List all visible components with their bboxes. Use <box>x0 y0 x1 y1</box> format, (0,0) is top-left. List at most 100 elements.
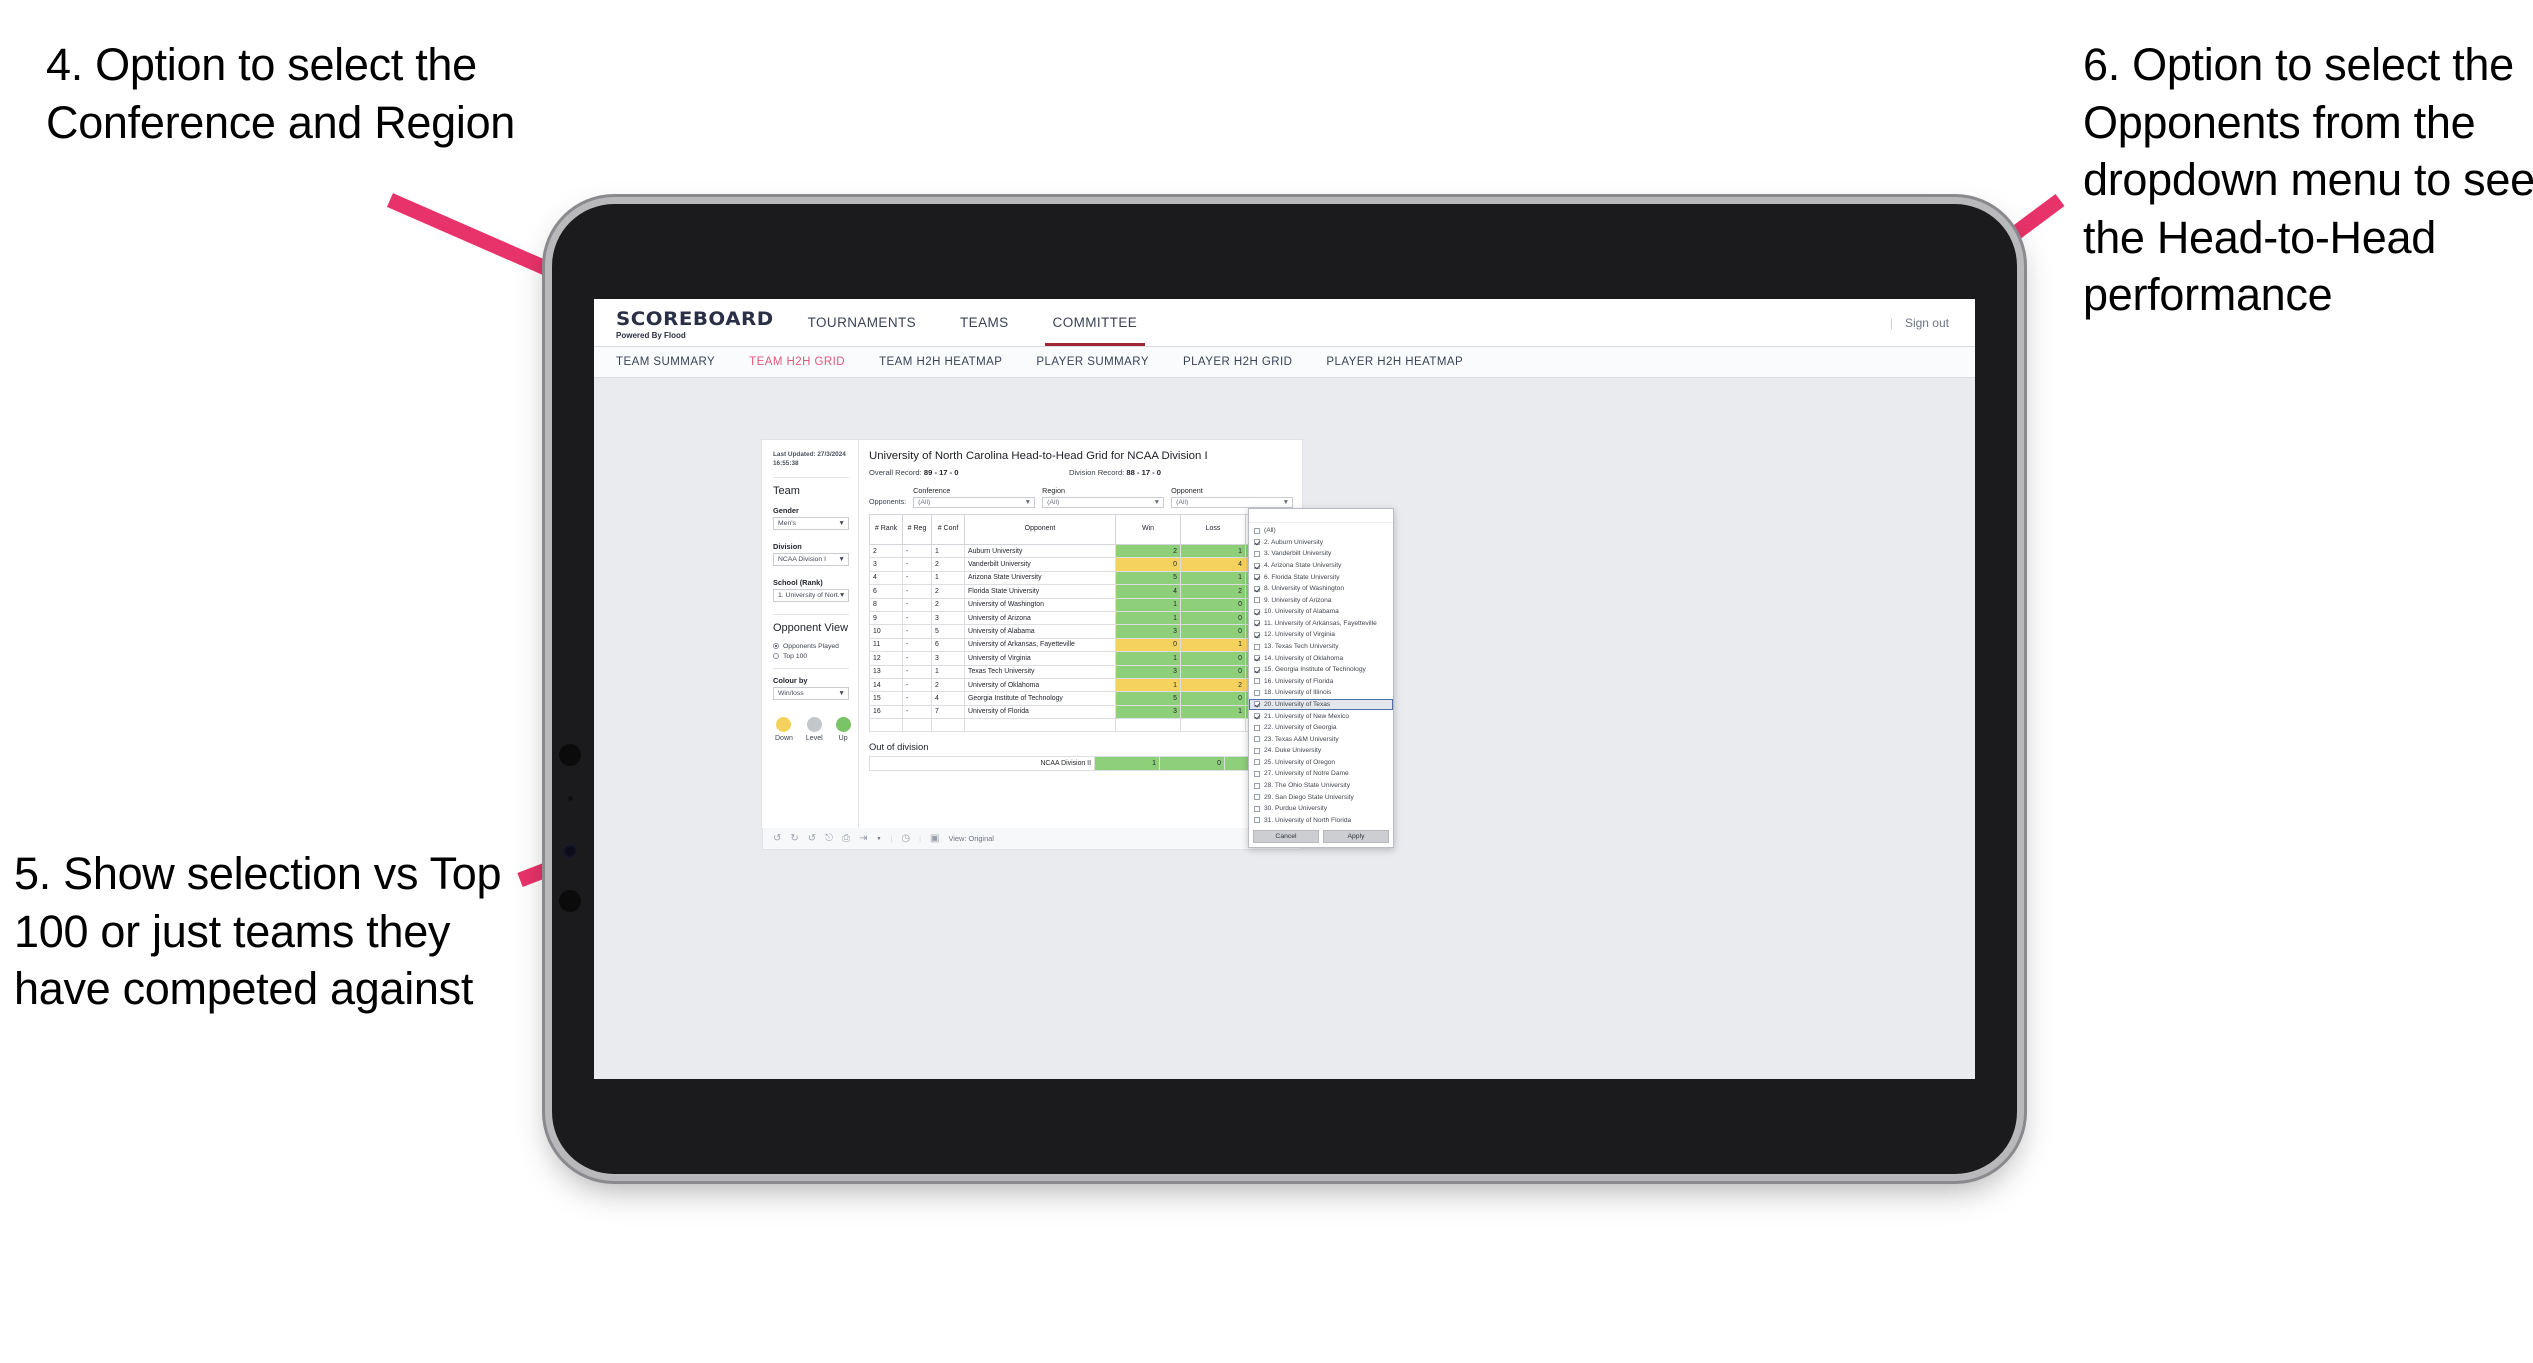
table-row[interactable]: 10-5 University of Alabama 3 0 <box>869 624 1279 639</box>
checkbox-icon[interactable] <box>1254 597 1260 604</box>
pause-icon[interactable]: ⎙ <box>842 833 850 844</box>
checkbox-icon[interactable] <box>1254 574 1260 581</box>
tab-player-h2h-heatmap[interactable]: PLAYER H2H HEATMAP <box>1326 356 1463 368</box>
checkbox-icon[interactable] <box>1254 539 1260 546</box>
dropdown-item[interactable]: 30. Purdue University <box>1249 803 1393 815</box>
tab-team-summary[interactable]: TEAM SUMMARY <box>616 356 715 368</box>
table-row[interactable]: 2-1 Auburn University 2 1 <box>869 543 1279 559</box>
dropdown-item[interactable]: 18. University of Illinois <box>1249 687 1393 699</box>
checkbox-icon[interactable] <box>1254 643 1260 650</box>
out-of-division-row[interactable]: NCAA Division II 1 0 <box>869 756 1258 772</box>
col-reg[interactable]: # Reg <box>902 514 932 545</box>
checkbox-icon[interactable] <box>1254 655 1260 662</box>
tab-team-h2h-heatmap[interactable]: TEAM H2H HEATMAP <box>879 356 1002 368</box>
table-row[interactable]: 14-2 University of Oklahoma 1 2 <box>869 677 1279 693</box>
checkbox-icon[interactable] <box>1254 527 1260 534</box>
checkbox-icon[interactable] <box>1254 550 1260 557</box>
tab-player-summary[interactable]: PLAYER SUMMARY <box>1036 356 1149 368</box>
opponent-dropdown-trigger[interactable]: (All) ▼ <box>1171 497 1294 508</box>
dropdown-item[interactable]: 22. University of Georgia <box>1249 722 1393 734</box>
checkbox-icon[interactable] <box>1254 678 1260 685</box>
dropdown-item[interactable]: 11. University of Arkansas, Fayetteville <box>1249 618 1393 630</box>
checkbox-icon[interactable] <box>1254 724 1260 731</box>
table-row[interactable]: 15-4 Georgia Institute of Technology 5 0 <box>869 691 1279 706</box>
table-row[interactable]: 13-1 Texas Tech University 3 0 <box>869 664 1279 679</box>
view-label[interactable]: View: Original <box>948 834 993 843</box>
dropdown-item[interactable]: 29. San Diego State University <box>1249 791 1393 803</box>
checkbox-icon[interactable] <box>1254 562 1260 569</box>
nav-item-teams[interactable]: TEAMS <box>938 299 1031 346</box>
dropdown-item[interactable]: 23. Texas A&M University <box>1249 733 1393 745</box>
undo-icon[interactable]: ↺ <box>773 833 781 844</box>
conference-dropdown[interactable]: (All) ▼ <box>913 497 1036 508</box>
dropdown-item[interactable]: 16. University of Florida <box>1249 676 1393 688</box>
dropdown-item[interactable]: 15. Georgia Institute of Technology <box>1249 664 1393 676</box>
checkbox-icon[interactable] <box>1254 689 1260 696</box>
revert-icon[interactable]: ↺ <box>808 833 816 844</box>
col-loss[interactable]: Loss <box>1180 514 1246 545</box>
col-win[interactable]: Win <box>1115 514 1181 545</box>
col-conf[interactable]: # Conf <box>931 514 965 545</box>
table-row[interactable]: 8-2 University of Washington 1 0 <box>869 597 1279 612</box>
checkbox-icon[interactable] <box>1254 794 1260 801</box>
dropdown-item[interactable]: 6. Florida State University <box>1249 571 1393 583</box>
checkbox-icon[interactable] <box>1254 585 1260 592</box>
table-row[interactable]: 12-3 University of Virginia 1 0 <box>869 651 1279 666</box>
division-select[interactable]: NCAA Division I ▼ <box>773 552 849 566</box>
swap-icon[interactable]: ⇥ <box>859 833 867 844</box>
checkbox-icon[interactable] <box>1254 666 1260 673</box>
table-row[interactable]: 11-6 University of Arkansas, Fayetteville… <box>869 637 1279 653</box>
caret-icon[interactable]: ▼ <box>876 836 881 842</box>
dropdown-item[interactable]: 13. Texas Tech University <box>1249 641 1393 653</box>
dropdown-item[interactable]: 3. Vanderbilt University <box>1249 548 1393 560</box>
table-row[interactable]: 16-7 University of Florida 3 1 <box>869 704 1279 720</box>
checkbox-icon[interactable] <box>1254 747 1260 754</box>
col-opponent[interactable]: Opponent <box>964 514 1116 545</box>
table-row[interactable]: 6-2 Florida State University 4 2 <box>869 584 1279 599</box>
dropdown-item[interactable]: 2. Auburn University <box>1249 537 1393 549</box>
tab-player-h2h-grid[interactable]: PLAYER H2H GRID <box>1183 356 1292 368</box>
dropdown-item[interactable]: 31. University of North Florida <box>1249 814 1393 826</box>
checkbox-icon[interactable] <box>1254 631 1260 638</box>
nav-item-tournaments[interactable]: TOURNAMENTS <box>786 299 938 346</box>
checkbox-icon[interactable] <box>1254 770 1260 777</box>
checkbox-icon[interactable] <box>1254 805 1260 812</box>
radio-top-100[interactable]: Top 100 <box>773 653 849 660</box>
dropdown-item[interactable]: 8. University of Washington <box>1249 583 1393 595</box>
dropdown-item[interactable]: 12. University of Virginia <box>1249 629 1393 641</box>
checkbox-icon[interactable] <box>1254 713 1260 720</box>
dropdown-item[interactable]: 20. University of Texas <box>1249 698 1393 711</box>
cancel-button[interactable]: Cancel <box>1253 830 1319 844</box>
redo-icon[interactable]: ↻ <box>790 833 798 844</box>
checkbox-icon[interactable] <box>1254 701 1260 708</box>
refresh-icon[interactable]: ⎋ <box>825 833 833 844</box>
region-dropdown[interactable]: (All) ▼ <box>1042 497 1165 508</box>
apply-button[interactable]: Apply <box>1323 830 1389 844</box>
table-row[interactable]: 3-2 Vanderbilt University 0 4 <box>869 557 1279 572</box>
dropdown-item[interactable]: 14. University of Oklahoma <box>1249 652 1393 664</box>
checkbox-icon[interactable] <box>1254 620 1260 627</box>
table-row[interactable]: 9-3 University of Arizona 1 0 <box>869 610 1279 626</box>
opponent-dropdown-menu[interactable]: (All) 2. Auburn University 3. Vanderbilt U… <box>1248 508 1394 849</box>
col-rank[interactable]: # Rank <box>869 514 903 545</box>
radio-opponents-played[interactable]: Opponents Played <box>773 643 849 650</box>
brand-logo[interactable]: SCOREBOARD Powered By Flood <box>594 299 786 346</box>
checkbox-icon[interactable] <box>1254 782 1260 789</box>
dropdown-item[interactable]: (All) <box>1249 525 1393 537</box>
dropdown-item[interactable]: 9. University of Arizona <box>1249 594 1393 606</box>
tab-team-h2h-grid[interactable]: TEAM H2H GRID <box>749 356 845 368</box>
checkbox-icon[interactable] <box>1254 817 1260 824</box>
gender-select[interactable]: Men's ▼ <box>773 516 849 530</box>
dropdown-item[interactable]: 4. Arizona State University <box>1249 560 1393 572</box>
school-select[interactable]: 1. University of Nort... ▼ <box>773 588 849 602</box>
table-row[interactable]: 4-1 Arizona State University 5 1 <box>869 570 1279 586</box>
dropdown-search-area[interactable] <box>1249 509 1393 523</box>
clock-icon[interactable]: ◷ <box>901 833 910 844</box>
dropdown-item[interactable]: 27. University of Notre Dame <box>1249 768 1393 780</box>
nav-item-committee[interactable]: COMMITTEE <box>1031 299 1160 346</box>
dropdown-item[interactable]: 24. Duke University <box>1249 745 1393 757</box>
dropdown-item[interactable]: 25. University of Oregon <box>1249 757 1393 769</box>
dropdown-item[interactable]: 10. University of Alabama <box>1249 606 1393 618</box>
colour-by-select[interactable]: Win/loss ▼ <box>773 686 849 700</box>
checkbox-icon[interactable] <box>1254 759 1260 766</box>
